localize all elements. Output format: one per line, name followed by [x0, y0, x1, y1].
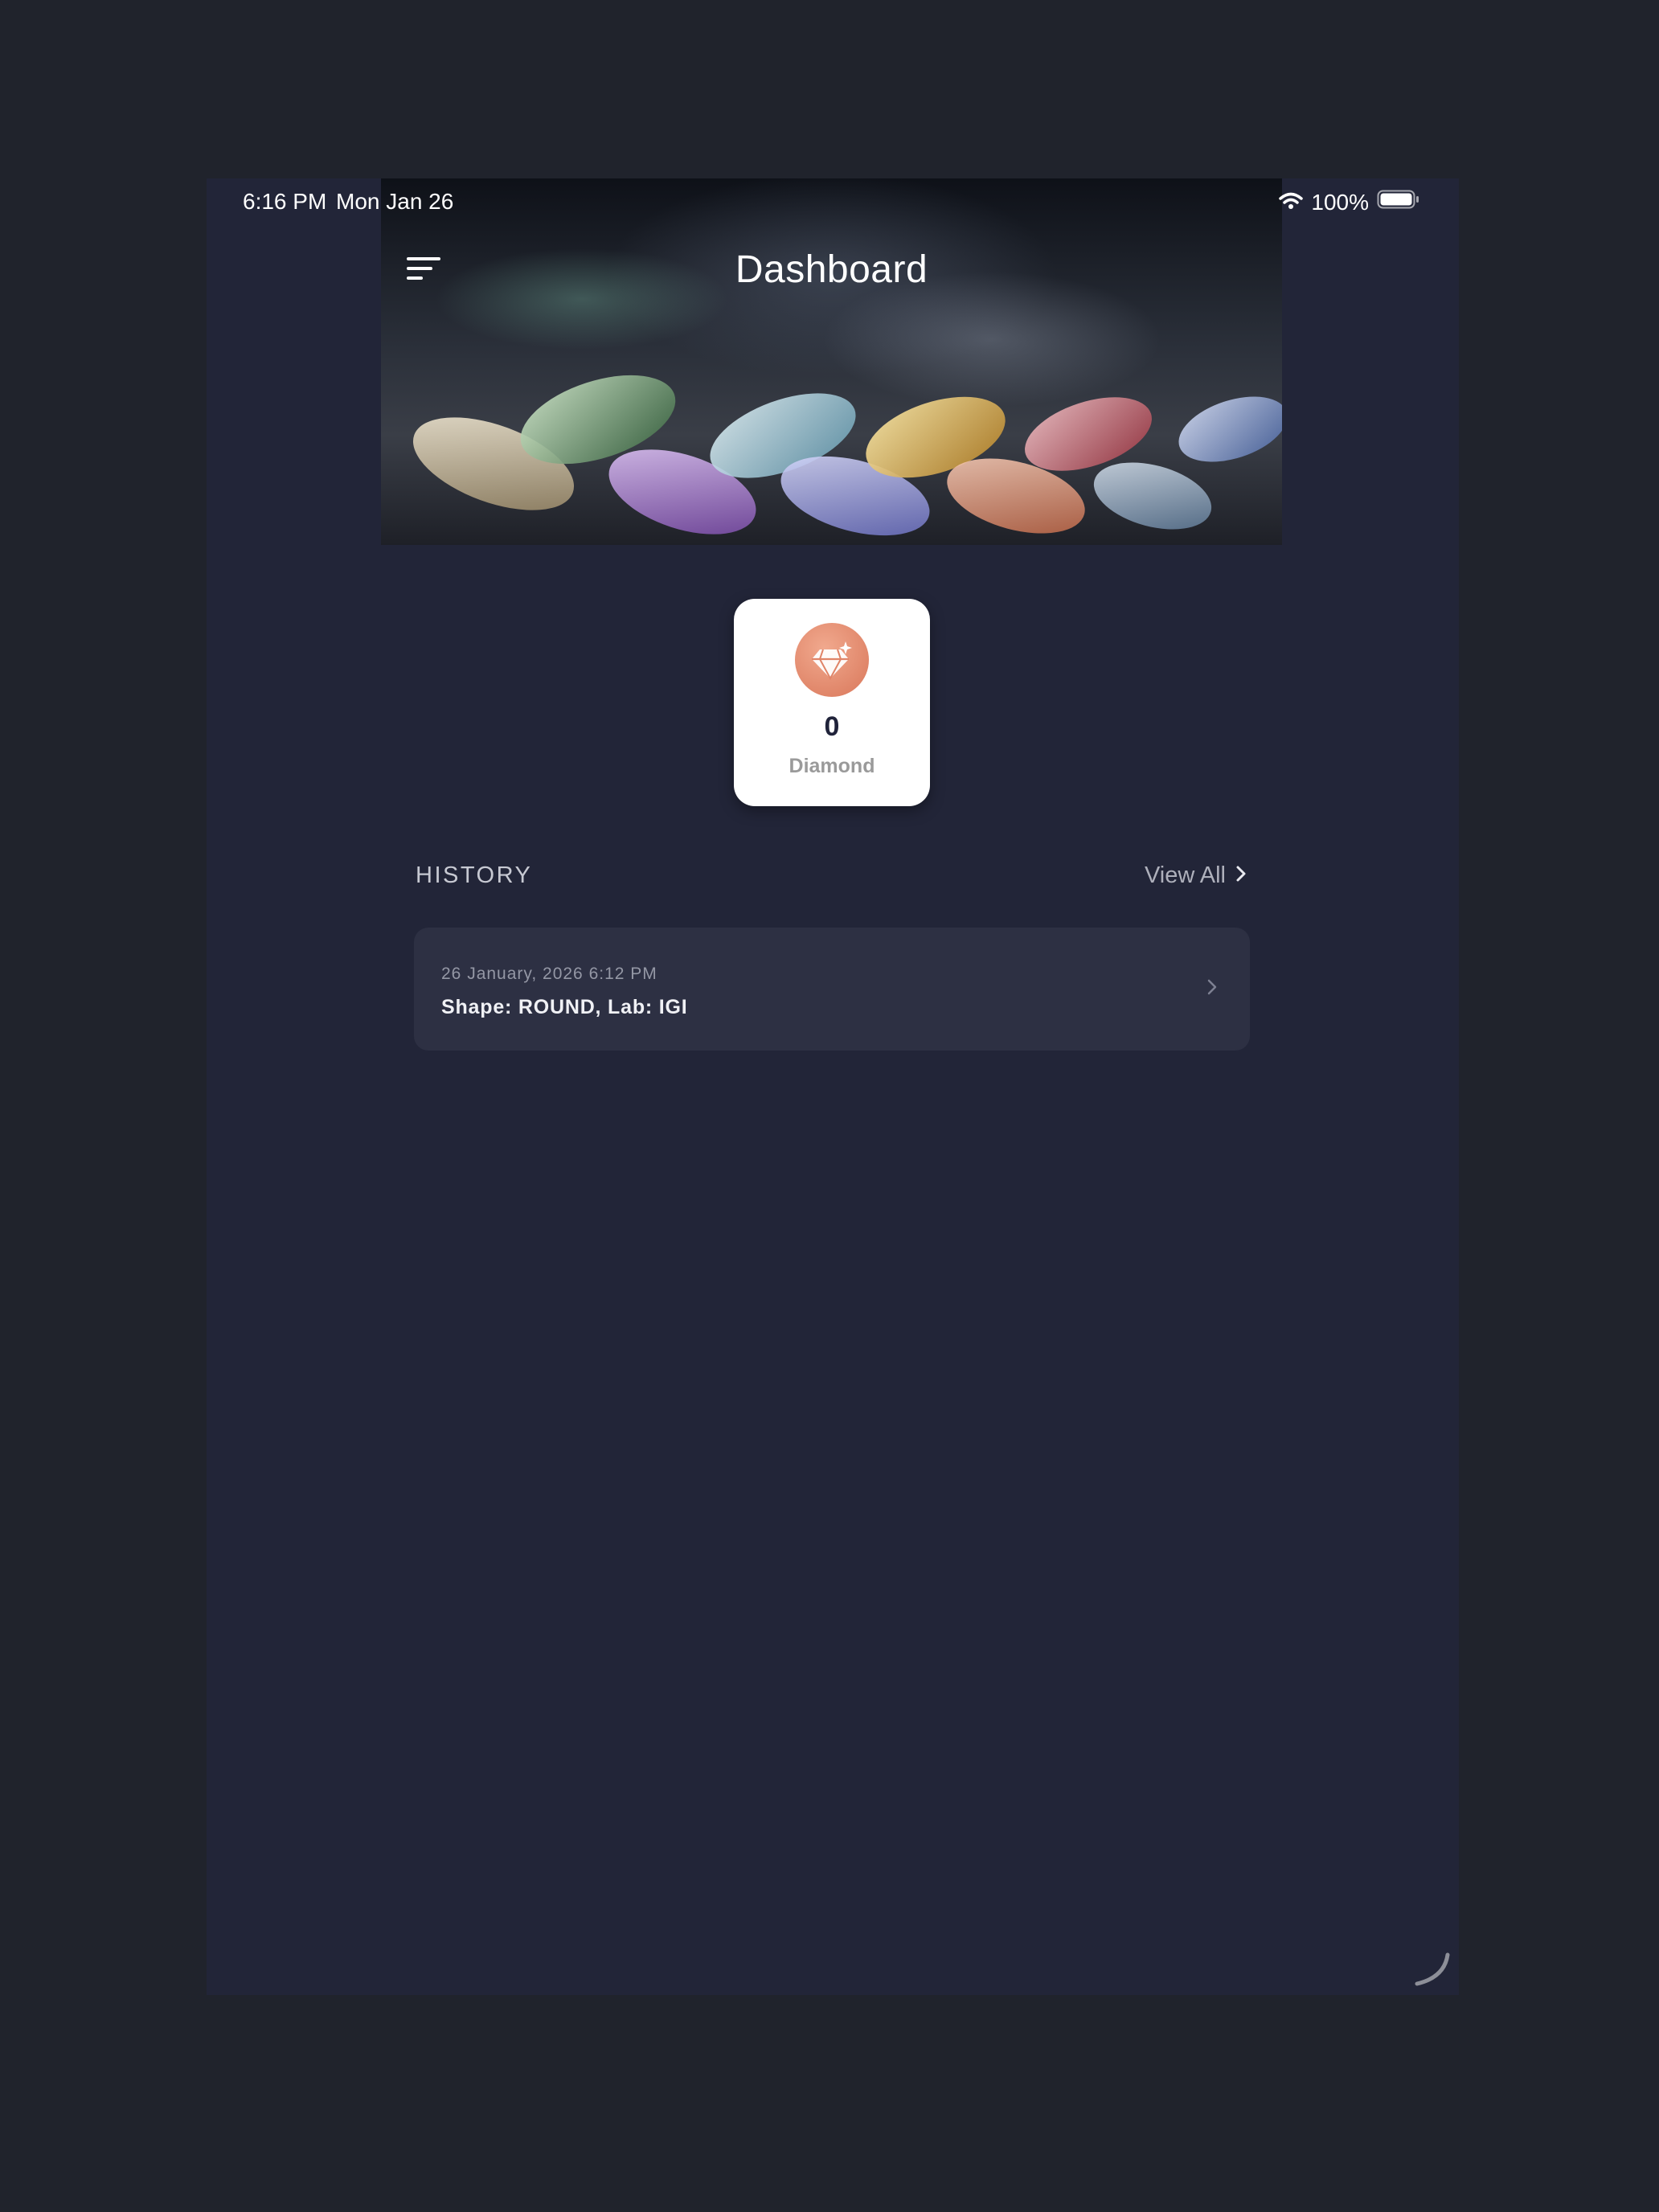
battery-icon	[1377, 189, 1420, 215]
diamond-icon	[795, 623, 869, 697]
history-item-summary: Shape: ROUND, Lab: IGI	[441, 996, 688, 1018]
status-indicators: 100%	[1279, 189, 1420, 215]
gemstones-banner-image	[412, 375, 1282, 536]
header-banner: Dashboard	[381, 178, 1282, 545]
battery-percentage: 100%	[1311, 189, 1369, 215]
status-bar: 6:16 PM Mon Jan 26 100%	[207, 178, 1459, 227]
page-title: Dashboard	[735, 248, 928, 291]
chevron-right-icon	[1206, 977, 1218, 1001]
view-all-link[interactable]: View All	[1145, 862, 1247, 889]
app-window: 6:16 PM Mon Jan 26 100% Dashboard 0 Diam…	[207, 178, 1459, 1995]
history-heading: HISTORY	[416, 862, 533, 888]
status-time: 6:16 PM	[243, 189, 327, 214]
chevron-right-icon	[1235, 862, 1247, 889]
history-item-date: 26 January, 2026 6:12 PM	[441, 965, 657, 983]
history-list-item[interactable]: 26 January, 2026 6:12 PM Shape: ROUND, L…	[414, 928, 1250, 1051]
loading-spinner-icon	[1412, 1948, 1452, 1989]
diamond-label: Diamond	[789, 755, 875, 777]
diamond-stat-card[interactable]: 0 Diamond	[734, 599, 930, 806]
diamond-count: 0	[824, 711, 840, 742]
wifi-icon	[1279, 190, 1304, 215]
status-date: Mon Jan 26	[336, 189, 454, 214]
view-all-label: View All	[1144, 862, 1226, 888]
